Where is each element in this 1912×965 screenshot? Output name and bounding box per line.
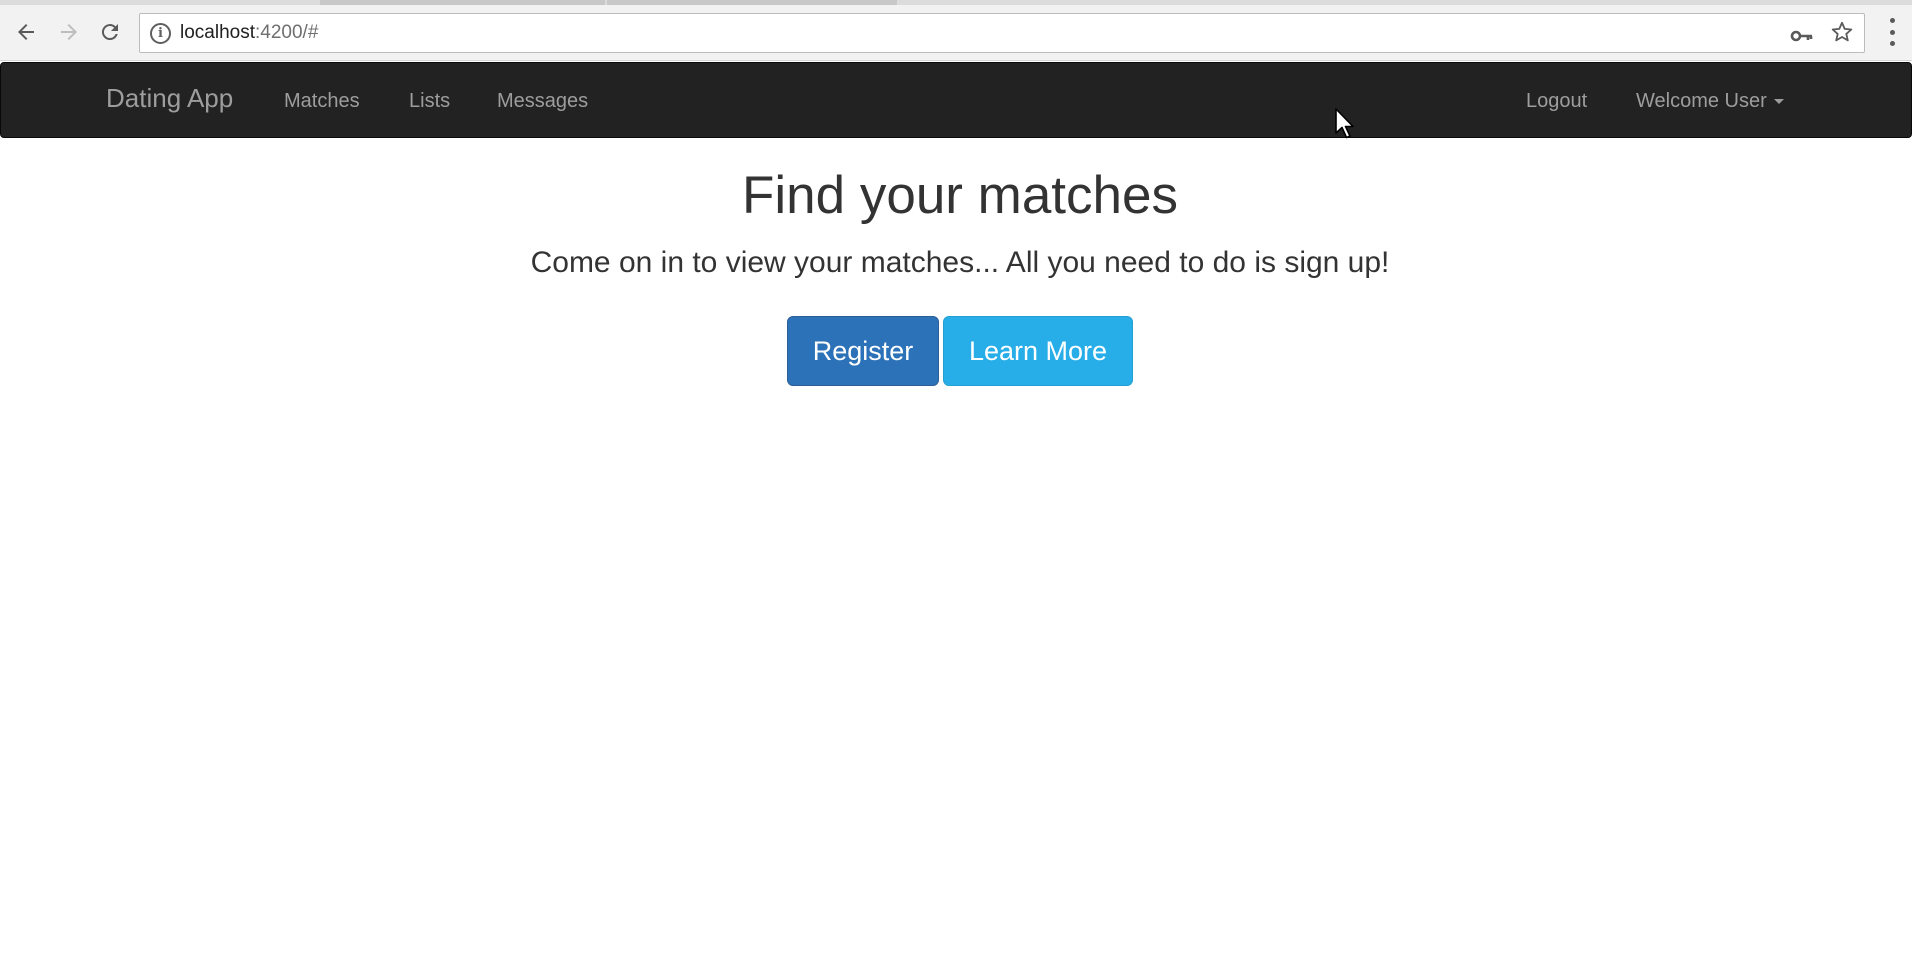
address-bar[interactable]: i localhost:4200/# <box>139 13 1865 53</box>
browser-toolbar: i localhost:4200/# <box>0 0 1912 61</box>
forward-arrow-icon <box>61 24 77 40</box>
url-text[interactable]: localhost:4200/# <box>180 22 318 44</box>
url-path: :4200/# <box>255 22 319 43</box>
nav-link-lists[interactable]: Lists <box>409 90 450 113</box>
reload-icon <box>101 24 118 41</box>
user-menu-toggle[interactable]: Welcome User <box>1636 90 1784 113</box>
user-menu-label: Welcome User <box>1636 90 1767 112</box>
nav-link-matches[interactable]: Matches <box>284 90 360 113</box>
nav-link-messages[interactable]: Messages <box>497 90 588 113</box>
url-host: localhost <box>180 22 255 43</box>
forward-button[interactable] <box>52 15 86 49</box>
tab-strip <box>0 0 1912 5</box>
back-arrow-icon <box>18 24 34 40</box>
hero-lead-text: Come on in to view your matches... All y… <box>530 246 1390 279</box>
site-info-icon[interactable]: i <box>150 22 171 44</box>
mouse-cursor-icon <box>1335 108 1354 139</box>
back-button[interactable] <box>9 15 43 49</box>
star-icon[interactable] <box>1830 20 1854 51</box>
learn-more-button[interactable]: Learn More <box>943 316 1133 386</box>
app-navbar: Dating App Matches Lists Messages Logout… <box>0 62 1912 138</box>
address-bar-actions <box>1790 20 1854 51</box>
browser-menu-icon[interactable] <box>1882 18 1902 46</box>
browser-tab[interactable] <box>607 0 897 5</box>
brand-link[interactable]: Dating App <box>106 83 233 114</box>
logout-link[interactable]: Logout <box>1526 90 1587 113</box>
key-icon[interactable] <box>1790 24 1814 48</box>
caret-down-icon <box>1773 99 1784 105</box>
register-button[interactable]: Register <box>787 316 939 386</box>
reload-button[interactable] <box>93 15 127 49</box>
browser-tab[interactable] <box>320 0 605 5</box>
page-title: Find your matches <box>742 166 1178 225</box>
